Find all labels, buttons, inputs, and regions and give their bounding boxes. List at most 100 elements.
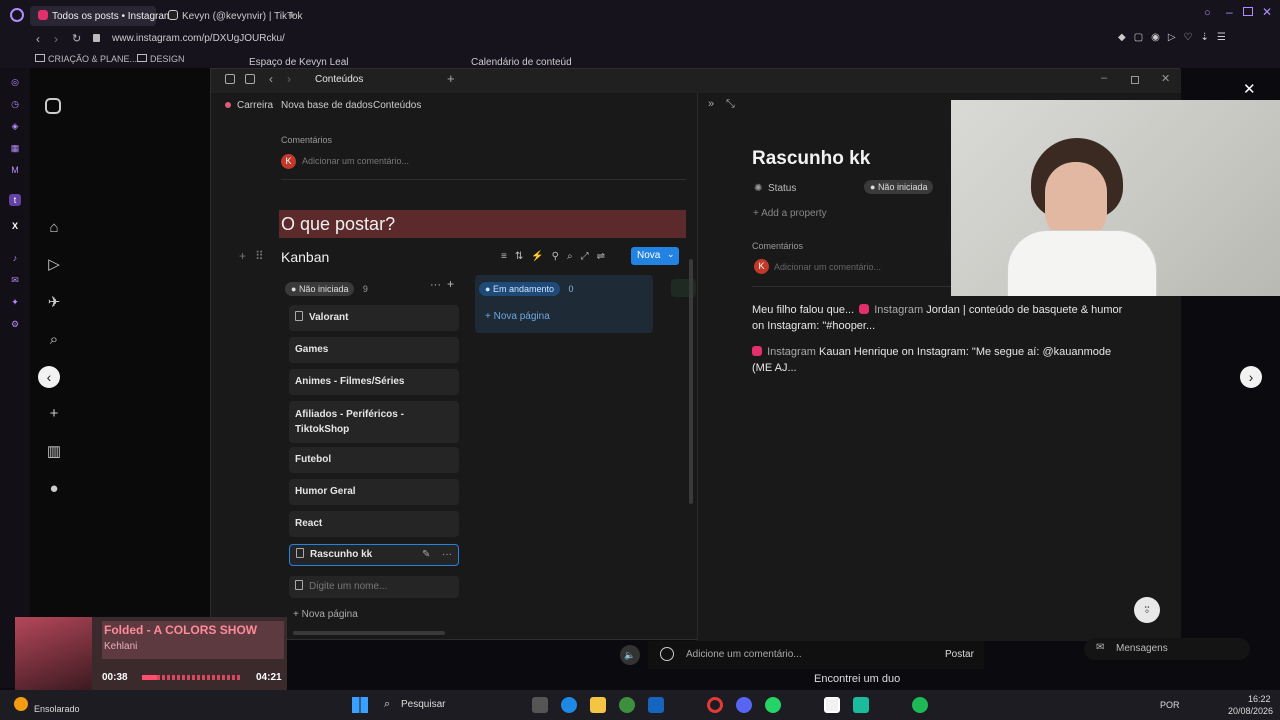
tabs-icon[interactable]: [245, 74, 255, 84]
reload-icon[interactable]: ↻: [72, 32, 81, 45]
page-title[interactable]: Rascunho kk: [752, 148, 870, 170]
back-icon[interactable]: ‹: [36, 32, 40, 46]
kanban-title[interactable]: Kanban: [281, 249, 329, 265]
card-futebol[interactable]: Futebol: [289, 447, 459, 473]
close-icon[interactable]: ✕: [1161, 72, 1170, 85]
search-icon[interactable]: ⌕: [45, 331, 63, 349]
close-overlay-icon[interactable]: ✕: [1243, 80, 1256, 98]
card-react[interactable]: React: [289, 511, 459, 537]
insights-icon[interactable]: ▥: [45, 443, 63, 461]
edge-icon[interactable]: [561, 697, 577, 713]
messages-button[interactable]: ✉ Mensagens: [1084, 638, 1250, 660]
close-icon[interactable]: ✕: [1262, 5, 1272, 19]
tab-instagram[interactable]: Todos os posts • Instagram: [30, 6, 172, 26]
add-block-icon[interactable]: +: [239, 249, 246, 263]
status-value-pill[interactable]: ● Não iniciada: [864, 180, 934, 194]
minimize-icon[interactable]: –: [1226, 5, 1233, 19]
notion-icon[interactable]: [824, 697, 840, 713]
post-button[interactable]: Postar: [945, 649, 974, 660]
behind-tab-workspace[interactable]: Espaço de Kevyn Leal: [249, 57, 349, 68]
column-more-icon[interactable]: ···: [430, 279, 441, 291]
outlook-icon[interactable]: [648, 697, 664, 713]
clock-time[interactable]: 16:22: [1248, 694, 1271, 704]
whatsapp-icon[interactable]: [765, 697, 781, 713]
card-animes[interactable]: Animes - Filmes/Séries: [289, 369, 459, 395]
card-afiliados[interactable]: Afiliados - Periféricos - TiktokShop: [289, 401, 459, 443]
search-icon[interactable]: ○: [1204, 7, 1211, 19]
bookmark-criacao[interactable]: CRIAÇÃO & PLANE...: [48, 54, 137, 64]
mute-button[interactable]: 🔈: [620, 645, 640, 665]
new-button[interactable]: Nova ⌄: [631, 247, 679, 265]
weather-label[interactable]: Ensolarado: [34, 704, 80, 714]
chat-icon[interactable]: ✉: [9, 274, 21, 286]
explorer-icon[interactable]: [590, 697, 606, 713]
messages-icon[interactable]: ✈: [45, 294, 63, 312]
profile-icon[interactable]: ●: [45, 480, 63, 498]
reels-icon[interactable]: ▷: [45, 256, 63, 274]
comment-input[interactable]: Adicionar um comentário...: [774, 262, 881, 272]
add-property-button[interactable]: + Add a property: [753, 208, 827, 219]
new-card-name-input[interactable]: Digite um nome...: [289, 576, 459, 598]
home-icon[interactable]: ⌂: [45, 219, 63, 237]
extensions-icon[interactable]: ✦: [9, 296, 21, 308]
view-toolbar-icons[interactable]: ≡⇅⚡⚲⌕⤢⇌: [501, 251, 613, 262]
more-icon[interactable]: ···: [442, 545, 452, 565]
wallet-icon[interactable]: ◈: [9, 120, 21, 132]
maximize-icon[interactable]: [1243, 7, 1253, 16]
bookmark-design[interactable]: DESIGN: [150, 54, 185, 64]
back-icon[interactable]: ‹: [269, 72, 273, 86]
notion-window-tab[interactable]: Conteúdos: [315, 74, 363, 85]
breadcrumb-base[interactable]: Nova base de dados: [281, 100, 373, 111]
edit-icon[interactable]: ✎: [422, 545, 430, 565]
carousel-next-button[interactable]: ›: [1240, 366, 1262, 388]
new-tab-icon[interactable]: +: [288, 7, 296, 22]
capcut-icon[interactable]: [853, 697, 869, 713]
new-tab-icon[interactable]: +: [447, 71, 455, 86]
ai-assistant-button[interactable]: ⍤: [1134, 597, 1160, 623]
opera-icon[interactable]: [707, 697, 723, 713]
comment-input[interactable]: Adicione um comentário...: [686, 649, 802, 660]
tray-lang[interactable]: POR: [1160, 700, 1180, 710]
aria-icon[interactable]: ◎: [9, 76, 21, 88]
card-rascunho[interactable]: Rascunho kk ✎ ···: [289, 544, 459, 566]
behind-tab-calendar[interactable]: Calendário de conteúd: [471, 57, 572, 68]
carousel-prev-button[interactable]: ‹: [38, 366, 60, 388]
vertical-scrollbar[interactable]: [689, 259, 693, 504]
comment-input[interactable]: Adicionar um comentário...: [302, 156, 409, 166]
new-page-button-in-progress[interactable]: + Nova página: [479, 308, 649, 328]
sidebar-toggle-icon[interactable]: [225, 74, 235, 84]
taskbar-search[interactable]: Pesquisar: [401, 699, 445, 710]
spotify-icon[interactable]: [912, 697, 928, 713]
card-games[interactable]: Games: [289, 337, 459, 363]
app-icon[interactable]: [619, 697, 635, 713]
settings-icon[interactable]: ⚙: [9, 318, 21, 330]
maximize-icon[interactable]: [1131, 76, 1139, 84]
x-icon[interactable]: X: [9, 220, 21, 232]
minimize-icon[interactable]: –: [1101, 72, 1107, 84]
tab-tiktok[interactable]: Kevyn (@kevynvir) | TikTok: [160, 6, 303, 26]
horizontal-scrollbar[interactable]: [293, 631, 445, 635]
instagram-logo-icon[interactable]: [45, 98, 61, 114]
url-field[interactable]: www.instagram.com/p/DXUgJOURcku/: [112, 33, 285, 44]
breadcrumb-conteudos[interactable]: Conteúdos: [373, 100, 421, 111]
column-header-in-progress[interactable]: ● Em andamento 0: [479, 279, 573, 297]
discord-icon[interactable]: [736, 697, 752, 713]
extensions-icons[interactable]: ◆▢◉▷♡⇣☰: [1118, 32, 1234, 43]
drag-handle-icon[interactable]: ⠿: [255, 249, 264, 263]
column-header-not-started[interactable]: ● Não iniciada 9: [285, 279, 368, 297]
task-view-icon[interactable]: [532, 697, 548, 713]
breadcrumb-carreira[interactable]: Carreira: [237, 100, 273, 111]
column-add-icon[interactable]: +: [447, 277, 454, 291]
progress-track[interactable]: [142, 675, 242, 680]
opera-logo-icon[interactable]: [10, 8, 24, 22]
new-page-button[interactable]: + Nova página: [293, 609, 358, 620]
create-icon[interactable]: +: [45, 405, 63, 423]
emoji-icon[interactable]: [660, 647, 674, 661]
mail-icon[interactable]: M: [9, 164, 21, 176]
start-icon[interactable]: [352, 697, 368, 713]
history-icon[interactable]: ◷: [9, 98, 21, 110]
expand-icon[interactable]: »: [708, 98, 714, 110]
card-valorant[interactable]: Valorant: [289, 305, 459, 331]
fullscreen-icon[interactable]: ⤡: [726, 98, 735, 111]
music-icon[interactable]: ♪: [9, 252, 21, 264]
